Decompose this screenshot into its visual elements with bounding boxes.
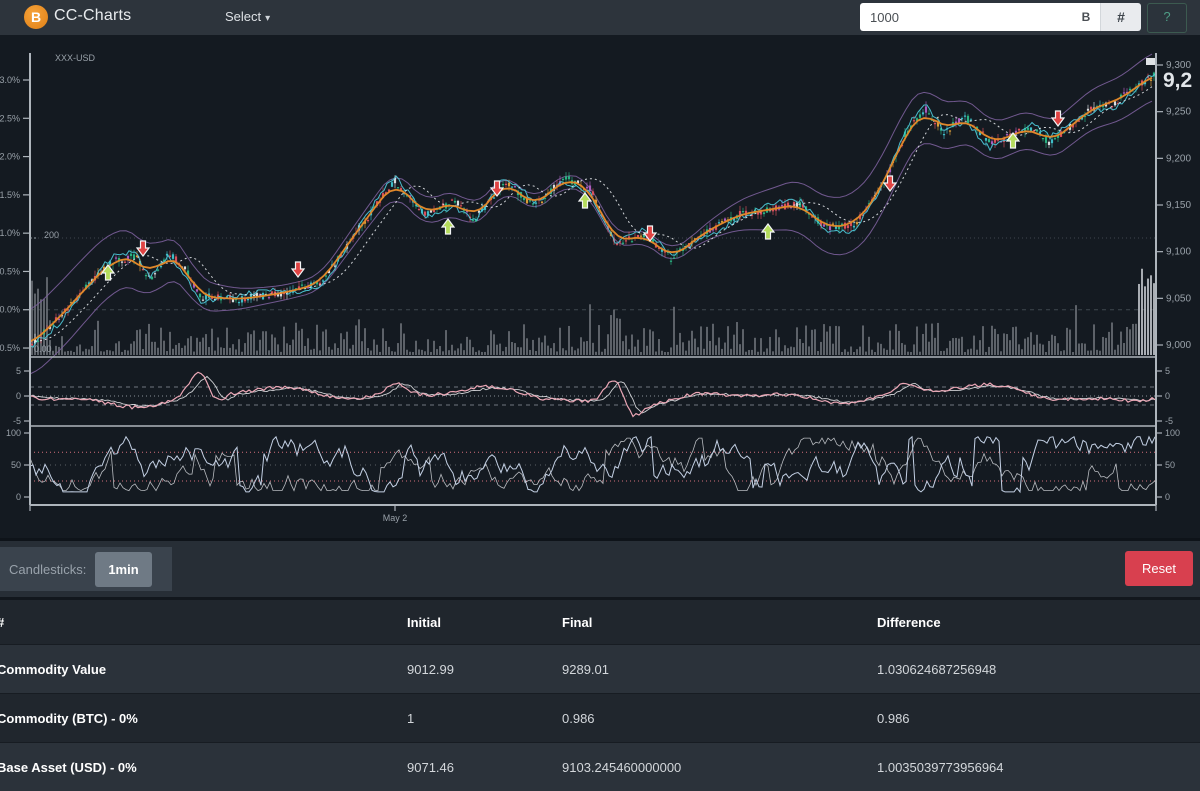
svg-text:May 2: May 2 (383, 513, 408, 523)
svg-text:-5: -5 (13, 416, 21, 426)
buy-arrow-icon (762, 224, 774, 239)
svg-text:5: 5 (16, 366, 21, 376)
candlesticks-label: Candlesticks: (9, 562, 86, 577)
row-final: 9289.01 (562, 662, 877, 677)
table-row: Commodity (BTC) - 0% 1 0.986 0.986 (0, 693, 1200, 742)
svg-text:-0.5%: -0.5% (0, 343, 20, 353)
interval-1min-button[interactable]: 1min (95, 552, 151, 587)
chart-toolbar: Candlesticks: 1min Reset (0, 541, 1200, 597)
row-difference: 1.0035039773956964 (877, 760, 1200, 775)
header-difference: Difference (877, 615, 1200, 630)
table-row: Base Asset (USD) - 0% 9071.46 9103.24546… (0, 742, 1200, 791)
chart-canvas[interactable]: 3.0%2.5%2.0%1.5%1.0%0.5%0.0%-0.5%9,3009,… (0, 35, 1200, 538)
svg-text:50: 50 (11, 460, 21, 470)
price-chart[interactable]: 3.0%2.5%2.0%1.5%1.0%0.5%0.0%-0.5%9,3009,… (0, 35, 1200, 541)
row-label: Commodity Value (0, 662, 407, 677)
amount-input[interactable] (860, 3, 1072, 31)
row-label: Base Asset (USD) - 0% (0, 760, 407, 775)
svg-text:5: 5 (1165, 366, 1170, 376)
chevron-down-icon: ▾ (265, 13, 270, 24)
table-row: Commodity Value 9012.99 9289.01 1.030624… (0, 644, 1200, 693)
svg-text:9,000: 9,000 (1166, 340, 1191, 351)
sell-arrow-icon (137, 241, 149, 256)
svg-text:0.0%: 0.0% (0, 305, 20, 315)
hash-button[interactable]: # (1100, 3, 1141, 31)
svg-text:0: 0 (1165, 492, 1170, 502)
candlesticks-panel: Candlesticks: 1min (0, 547, 172, 591)
svg-text:9,200: 9,200 (1166, 153, 1191, 164)
svg-text:50: 50 (1165, 460, 1175, 470)
buy-arrow-icon (442, 219, 454, 234)
app-title: CC-Charts (54, 7, 131, 25)
svg-text:100: 100 (6, 428, 21, 438)
sell-arrow-icon (1052, 111, 1064, 126)
row-initial: 9071.46 (407, 760, 562, 775)
svg-text:XXX-USD: XXX-USD (55, 53, 96, 63)
svg-text:1.5%: 1.5% (0, 190, 20, 200)
svg-text:0: 0 (16, 391, 21, 401)
row-initial: 1 (407, 711, 562, 726)
svg-text:0.00: 0.00 (34, 344, 52, 354)
svg-text:-5: -5 (1165, 416, 1173, 426)
row-label: Commodity (BTC) - 0% (0, 711, 407, 726)
select-dropdown[interactable]: Select ▾ (225, 9, 270, 24)
select-dropdown-label: Select (225, 9, 261, 24)
help-button[interactable]: ? (1147, 3, 1187, 33)
svg-text:2.0%: 2.0% (0, 152, 20, 162)
navbar: B CC-Charts Select ▾ B # ? (0, 0, 1200, 35)
svg-text:3.0%: 3.0% (0, 75, 20, 85)
bitcoin-logo-icon: B (24, 5, 48, 29)
svg-text:0.5%: 0.5% (0, 266, 20, 276)
currency-icon: B (1072, 3, 1100, 31)
svg-text:9,050: 9,050 (1166, 293, 1191, 304)
sell-arrow-icon (292, 262, 304, 277)
header-initial: Initial (407, 615, 562, 630)
row-difference: 0.986 (877, 711, 1200, 726)
svg-text:0: 0 (16, 492, 21, 502)
svg-text:9,150: 9,150 (1166, 200, 1191, 211)
svg-text:2.5%: 2.5% (0, 113, 20, 123)
svg-text:9,250: 9,250 (1166, 107, 1191, 118)
svg-text:100: 100 (1165, 428, 1180, 438)
svg-text:1.0%: 1.0% (0, 228, 20, 238)
row-initial: 9012.99 (407, 662, 562, 677)
row-final: 9103.245460000000 (562, 760, 877, 775)
svg-text:9,2: 9,2 (1163, 69, 1192, 92)
svg-text:0: 0 (1165, 391, 1170, 401)
header-name: # (0, 615, 407, 630)
amount-input-group: B # (860, 3, 1141, 31)
svg-text:200: 200 (44, 230, 59, 240)
row-difference: 1.030624687256948 (877, 662, 1200, 677)
table-header-row: # Initial Final Difference (0, 600, 1200, 644)
header-final: Final (562, 615, 877, 630)
row-final: 0.986 (562, 711, 877, 726)
svg-text:9,100: 9,100 (1166, 247, 1191, 258)
results-table: # Initial Final Difference Commodity Val… (0, 600, 1200, 791)
reset-button[interactable]: Reset (1125, 551, 1193, 586)
